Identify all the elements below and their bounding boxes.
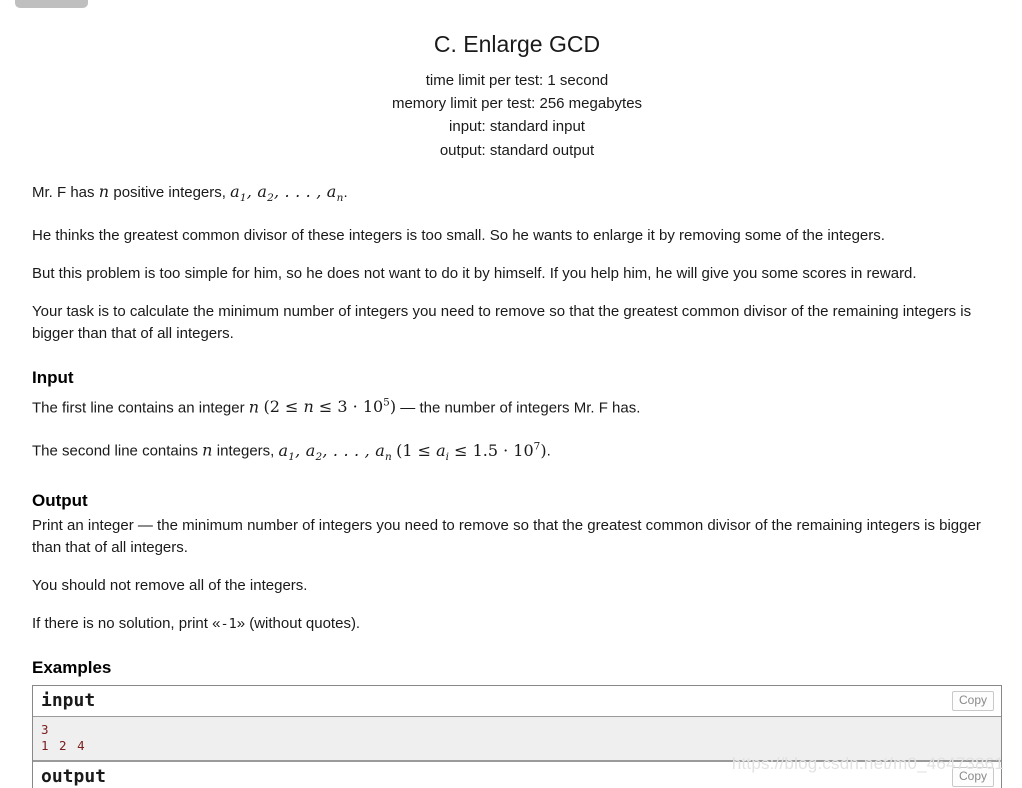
output-paragraph-1: Print an integer — the minimum number of… [32,516,981,556]
input-l2-constraint-math: (1 ≤ ai ≤ 1.5 · 107) [396,440,547,463]
sample-input-body: 3 1 2 4 [33,716,1001,762]
copy-input-button[interactable]: Copy [951,690,994,711]
input-l2-variable: n [202,440,213,460]
statement-paragraph-3: But this problem is too simple for him, … [32,265,917,282]
input-l2-suffix: . [546,442,551,460]
sample-input-content: 3 1 2 4 [41,721,87,753]
input-l1-prefix: The first line contains an integer [32,399,249,417]
sample-input-header: input Copy [33,685,1001,717]
output-p3-prefix: If there is no solution, print « [32,614,221,632]
input-line-2: The second line contains n integers, a1,… [32,435,1002,468]
problem-page: C. Enlarge GCD time limit per test: 1 se… [0,0,1022,788]
examples-heading: Examples [32,657,112,677]
input-spec-line: input: standard input [449,118,585,136]
output-paragraph-2: You should not remove all of the integer… [32,576,308,594]
p1-prefix-text: Mr. F has [32,183,99,201]
sample-output-header: output Copy [33,761,1001,788]
sample-input-block: input Copy 3 1 2 4 [33,685,1001,762]
legend: Mr. F has n positive integers, a1, a2, .… [32,181,1002,345]
sample-output-label: output [41,766,107,788]
input-l1-suffix: — the number of integers Mr. F has. [396,399,641,417]
statement-paragraph-4: Your task is to calculate the minimum nu… [32,303,972,342]
p1-sequence-math: a1, a2, . . . , an [230,181,344,204]
memory-limit-line: memory limit per test: 256 megabytes [391,95,643,113]
problem-header: C. Enlarge GCD time limit per test: 1 se… [32,0,1002,162]
output-p3-suffix: » (without quotes). [236,614,361,632]
problem-statement: C. Enlarge GCD time limit per test: 1 se… [32,0,1002,788]
input-line-1: The first line contains an integer n (2 … [32,392,1002,419]
sample-tests-section: Examples input Copy 3 1 2 4 output Copy [32,657,1002,788]
p1-variable-n: n [98,181,110,201]
output-spec-line: output: standard output [439,141,595,159]
output-heading: Output [32,490,88,510]
statement-paragraph-1: Mr. F has n positive integers, a1, a2, .… [32,181,1002,209]
input-l1-variable: n [248,397,260,417]
input-l2-sequence-math: a1, a2, . . . , an [278,440,392,463]
input-l2-middle: integers, [212,442,279,460]
output-specification: Output Print an integer — the minimum nu… [32,490,1002,635]
p1-middle-text: positive integers, [109,183,231,201]
input-heading: Input [32,368,74,387]
page-title: C. Enlarge GCD [433,31,601,57]
statement-paragraph-2: He thinks the greatest common divisor of… [32,227,885,244]
input-specification: Input The first line contains an integer… [32,367,1002,468]
input-l2-prefix: The second line contains [32,442,203,460]
sample-output-block: output Copy 1 [33,761,1001,788]
p1-suffix-text: . [343,183,348,201]
output-p3-code: -1 [220,615,237,632]
sample-input-label: input [41,690,96,712]
time-limit-line: time limit per test: 1 second [425,72,609,89]
copy-output-button[interactable]: Copy [951,766,994,787]
output-paragraph-3: If there is no solution, print «-1» (wit… [32,613,1002,635]
input-l1-constraint-math: (2 ≤ n ≤ 3 · 105) [263,397,397,417]
sample-tests: input Copy 3 1 2 4 output Copy 1 [32,684,1002,788]
